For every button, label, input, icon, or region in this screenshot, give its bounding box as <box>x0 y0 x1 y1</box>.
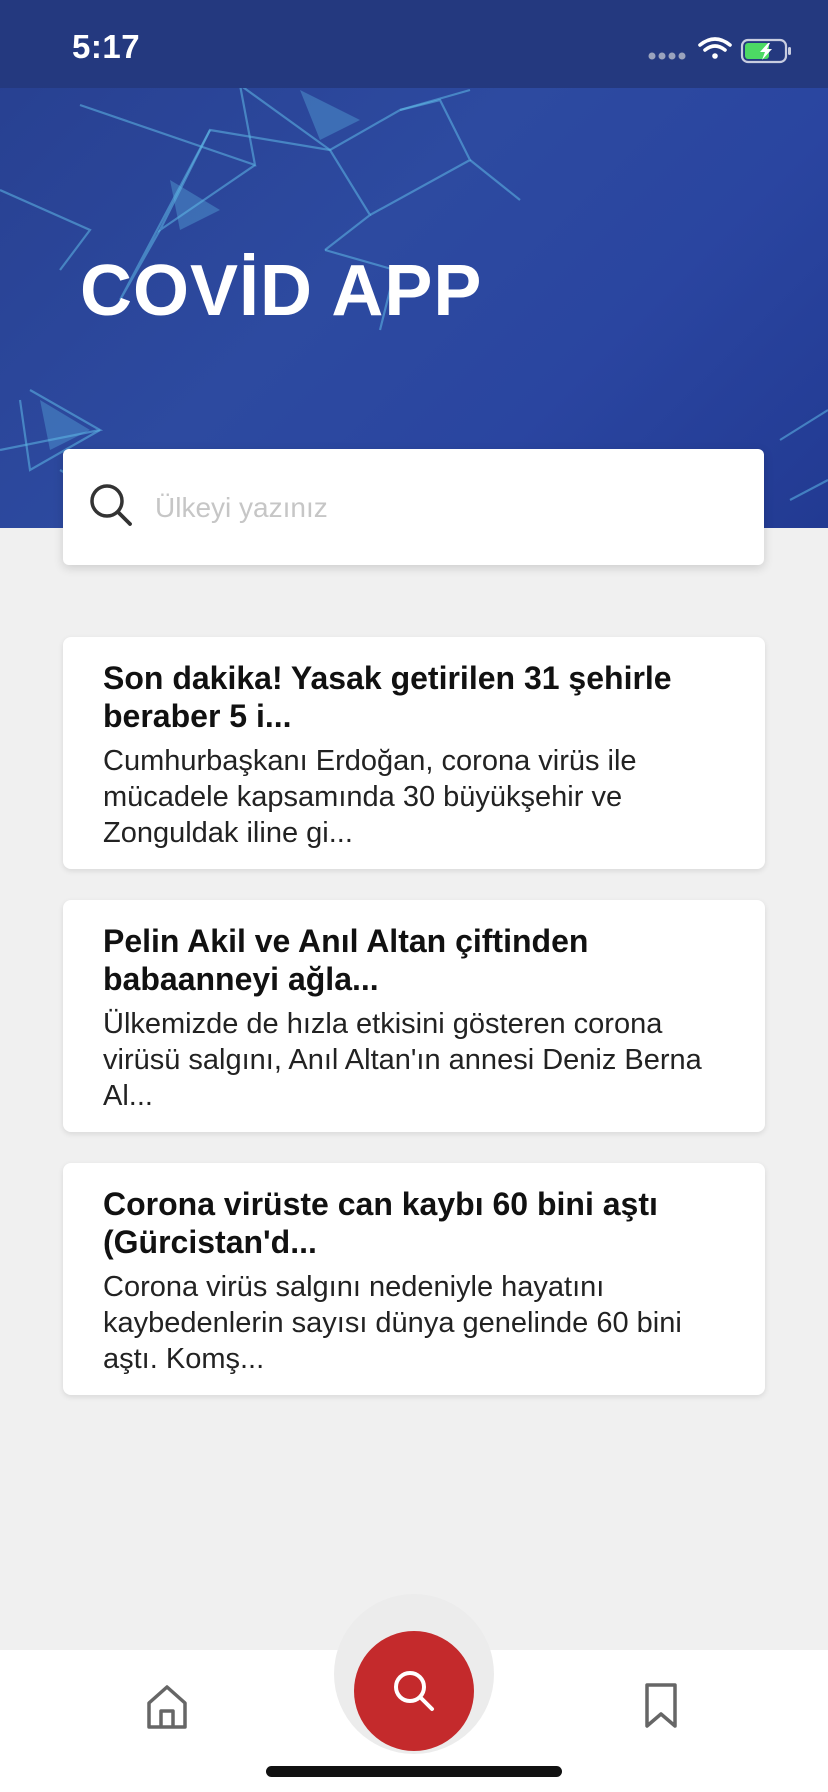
news-title: Son dakika! Yasak getirilen 31 şehirle b… <box>103 660 672 734</box>
tab-bookmarks[interactable] <box>643 1682 679 1735</box>
battery-charging-icon <box>740 38 791 64</box>
search-icon <box>89 483 133 532</box>
signal-dots-icon <box>648 52 686 60</box>
status-icons <box>644 30 794 75</box>
news-title: Pelin Akil ve Anıl Altan çiftinden babaa… <box>103 923 589 997</box>
home-indicator <box>266 1766 562 1777</box>
news-card[interactable]: Corona virüste can kaybı 60 bini aştı (G… <box>63 1163 765 1395</box>
status-bar: 5:17 <box>0 0 828 88</box>
news-card[interactable]: Son dakika! Yasak getirilen 31 şehirle b… <box>63 637 765 869</box>
clock-time: 5:17 <box>72 28 141 65</box>
bookmark-icon <box>645 1683 677 1728</box>
country-search-input[interactable] <box>153 479 737 537</box>
tab-search-button[interactable] <box>354 1631 474 1751</box>
wifi-icon <box>698 37 732 59</box>
home-icon <box>147 1685 187 1729</box>
news-summary: Corona virüs salgını nedeniyle hayatını … <box>103 1271 682 1375</box>
search-icon <box>394 1671 434 1711</box>
news-summary: Cumhurbaşkanı Erdoğan, corona virüs ile … <box>103 745 637 849</box>
news-summary: Ülkemizde de hızla etkisini gösteren cor… <box>103 1008 702 1112</box>
news-title: Corona virüste can kaybı 60 bini aştı (G… <box>103 1186 658 1260</box>
news-card[interactable]: Pelin Akil ve Anıl Altan çiftinden babaa… <box>63 900 765 1132</box>
search-bar[interactable] <box>63 449 764 565</box>
app-title: COVİD APP <box>80 251 483 331</box>
tab-home[interactable] <box>144 1683 190 1736</box>
